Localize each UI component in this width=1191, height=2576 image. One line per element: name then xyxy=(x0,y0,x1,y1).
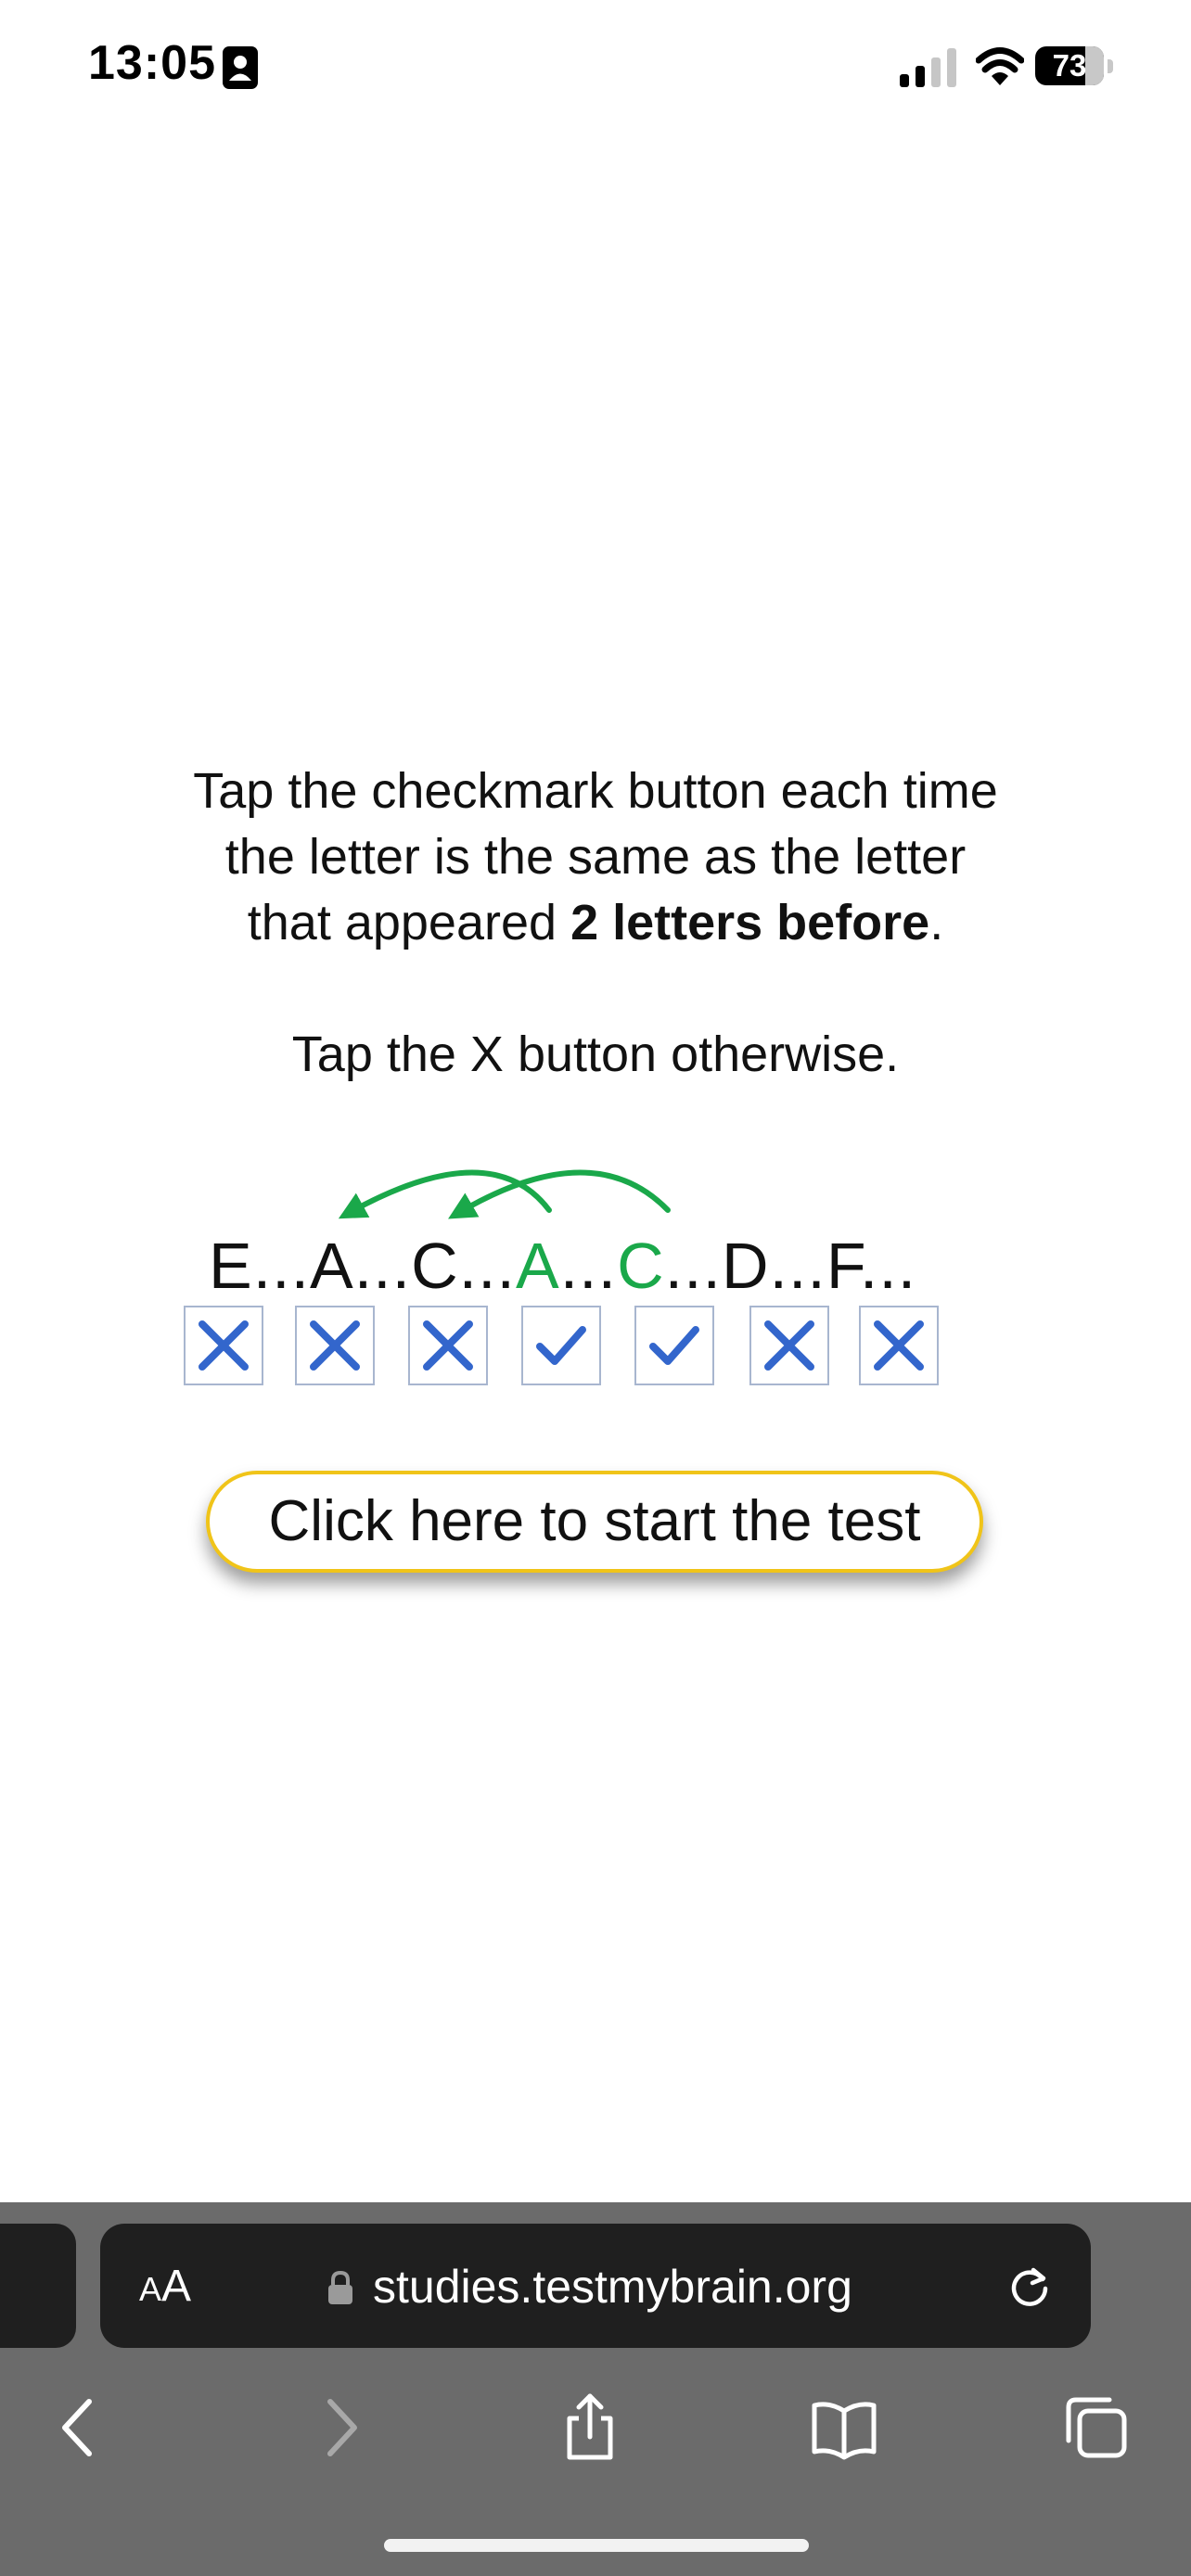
start-test-button[interactable]: Click here to start the test xyxy=(206,1471,983,1573)
sequence-letter: E... xyxy=(209,1230,311,1302)
aa-small-letter: A xyxy=(139,2270,162,2308)
example-answer-boxes xyxy=(184,1306,944,1389)
sequence-letter: A... xyxy=(310,1230,412,1302)
back-icon[interactable] xyxy=(45,2392,115,2463)
reload-icon[interactable] xyxy=(1005,2263,1054,2311)
share-icon[interactable] xyxy=(555,2392,625,2463)
checkmark-icon xyxy=(536,1326,586,1365)
answer-box-x xyxy=(859,1306,939,1385)
url-text[interactable]: studies.testmybrain.org xyxy=(373,2257,852,2316)
wifi-icon xyxy=(976,47,1024,85)
instructions-line-3-prefix: that appeared xyxy=(247,895,571,950)
aa-large-letter: A xyxy=(161,2262,192,2311)
checkmark-icon xyxy=(649,1326,699,1365)
instructions-line-3-suffix: . xyxy=(929,895,944,950)
battery-level: 73 xyxy=(1052,48,1087,83)
forward-icon[interactable] xyxy=(304,2392,375,2463)
previous-tab-peek[interactable] xyxy=(0,2224,76,2348)
sequence-letter: ...D...F... xyxy=(664,1230,917,1302)
sequence-letter: ... xyxy=(559,1230,618,1302)
cellular-signal-icon xyxy=(900,48,956,87)
contact-card-icon xyxy=(223,46,258,89)
instructions-line-1: Tap the checkmark button each time xyxy=(193,763,998,819)
x-icon xyxy=(198,1320,249,1371)
instructions-line-3: that appeared 2 letters before. xyxy=(132,890,1059,956)
answer-box-x xyxy=(408,1306,488,1385)
status-time: 13:05 xyxy=(88,36,216,90)
instructions-line-2: the letter is the same as the letter xyxy=(224,829,967,885)
answer-box-x xyxy=(184,1306,263,1385)
reader-settings-button[interactable]: AA xyxy=(139,2261,191,2313)
status-bar: 13:05 73 xyxy=(0,0,1191,139)
x-icon xyxy=(310,1320,360,1371)
x-icon xyxy=(423,1320,473,1371)
instructions-text: Tap the checkmark button each time the l… xyxy=(132,759,1059,956)
tabs-icon[interactable] xyxy=(1061,2392,1132,2463)
sequence-letter: C... xyxy=(411,1230,516,1302)
arrow-c-to-c xyxy=(448,1169,671,1219)
arrow-a-to-a xyxy=(338,1169,552,1219)
battery-icon: 73 xyxy=(1035,46,1113,87)
answer-box-x xyxy=(295,1306,375,1385)
two-back-arrows-icon xyxy=(338,1169,671,1219)
answer-box-check xyxy=(521,1306,601,1385)
bookmarks-icon[interactable] xyxy=(809,2392,879,2463)
sequence-letter-match: A xyxy=(516,1230,560,1302)
example-letter-sequence: E...A...C...A...C...D...F... xyxy=(209,1226,916,1306)
x-icon xyxy=(874,1320,924,1371)
x-icon xyxy=(764,1320,814,1371)
lock-icon xyxy=(328,2270,352,2304)
answer-box-x xyxy=(749,1306,829,1385)
home-indicator xyxy=(384,2539,809,2552)
otherwise-text: Tap the X button otherwise. xyxy=(291,1027,900,1082)
instructions-emphasis: 2 letters before xyxy=(570,895,930,950)
battery-body: 73 xyxy=(1035,46,1104,85)
sequence-letter-match: C xyxy=(617,1230,665,1302)
answer-box-check xyxy=(634,1306,714,1385)
battery-tip xyxy=(1108,59,1113,73)
